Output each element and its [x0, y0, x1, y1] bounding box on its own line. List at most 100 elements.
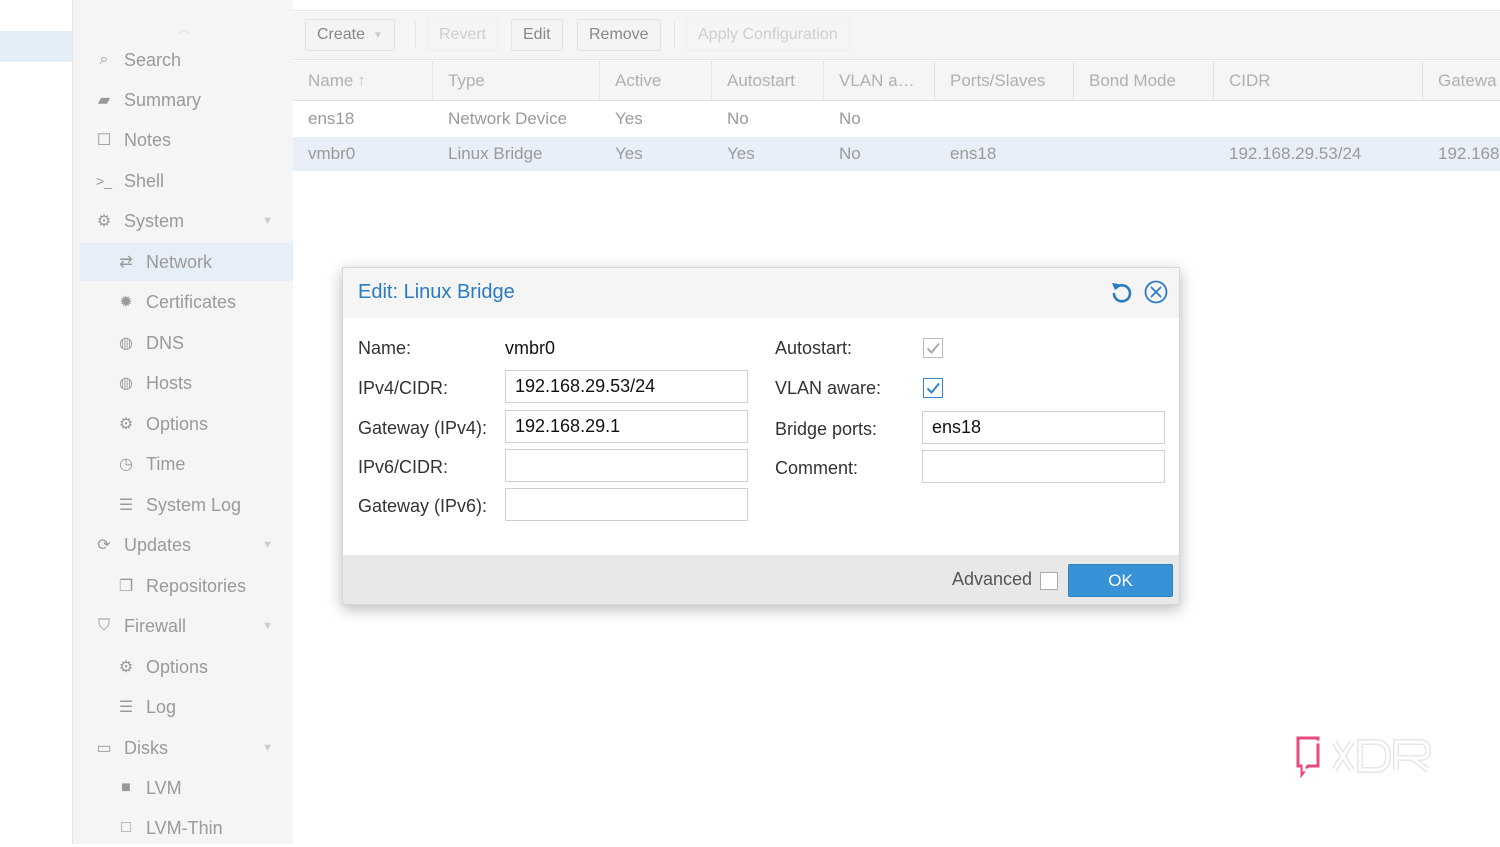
gateway-ipv4-field[interactable]: 192.168.29.1	[505, 410, 748, 443]
certificate-icon: ✹	[119, 294, 133, 311]
create-label: Create	[317, 26, 366, 43]
ok-button[interactable]: OK	[1068, 564, 1173, 597]
close-icon[interactable]	[1143, 279, 1169, 305]
top-bar	[293, 0, 1500, 11]
edit-label: Edit	[523, 26, 551, 43]
refresh-icon: ⟳	[97, 537, 111, 554]
menu-item-label: Search	[124, 49, 182, 70]
advanced-label: Advanced	[952, 569, 1033, 589]
menu-item-updates[interactable]: ⟳ Updates ▼	[80, 526, 293, 564]
column-header-type[interactable]: Type	[433, 61, 600, 101]
menu-item-system-log[interactable]: ☰ System Log	[80, 486, 293, 524]
column-header-gateway[interactable]: Gatewa	[1423, 61, 1500, 101]
gateway-ipv6-label: Gateway (IPv6):	[358, 496, 488, 516]
xda-logo-watermark	[1296, 736, 1432, 778]
toolbar-separator	[415, 22, 416, 48]
create-button[interactable]: Create ▼	[305, 19, 395, 51]
menu-item-network[interactable]: ⇄ Network	[80, 243, 293, 281]
menu-item-label: LVM	[146, 777, 182, 798]
gateway-ipv6-field[interactable]	[505, 488, 748, 521]
exchange-icon: ⇄	[119, 254, 133, 271]
collapse-icon[interactable]: ▼	[262, 742, 273, 754]
menu-item-firewall-options[interactable]: ⚙ Options	[80, 648, 293, 686]
dialog-header[interactable]: Edit: Linux Bridge	[343, 268, 1179, 318]
menu-item-time[interactable]: ◷ Time	[80, 445, 293, 483]
apply-label: Apply Configuration	[698, 26, 838, 43]
menu-item-system[interactable]: ⚙ System ▼	[80, 202, 293, 240]
tree-selected-row[interactable]	[0, 31, 72, 62]
revert-button[interactable]: Revert	[427, 19, 499, 51]
advanced-checkbox[interactable]	[1040, 572, 1058, 590]
column-label: Bond Mode	[1089, 71, 1176, 90]
menu-item-certificates[interactable]: ✹ Certificates	[80, 283, 293, 321]
toolbar: Create ▼ Revert Edit Remove Apply Configu…	[293, 12, 1500, 60]
cell-autostart: Yes	[727, 144, 755, 163]
files-icon: ❐	[118, 578, 134, 595]
apply-configuration-button[interactable]: Apply Configuration	[686, 19, 850, 51]
hdd-icon: ▭	[96, 740, 112, 757]
book-icon: ▰	[97, 92, 111, 109]
menu-item-label: Options	[146, 656, 209, 677]
menu-item-lvm[interactable]: ■ LVM	[80, 769, 293, 807]
menu-item-options[interactable]: ⚙ Options	[80, 405, 293, 443]
menu-item-search[interactable]: ⌕ Search	[80, 41, 293, 79]
chevron-down-icon: ▼	[373, 29, 383, 41]
toolbar-separator	[674, 22, 675, 48]
vlan-aware-checkbox[interactable]	[923, 378, 943, 398]
collapse-icon[interactable]: ▼	[262, 620, 273, 632]
menu-item-label: Shell	[124, 170, 165, 191]
autostart-label: Autostart:	[775, 338, 853, 358]
menu-item-label: Certificates	[146, 291, 237, 312]
menu-item-dns[interactable]: ◍ DNS	[80, 324, 293, 362]
column-header-vlan-aware[interactable]: VLAN a…	[824, 61, 935, 101]
dialog-title: Edit: Linux Bridge	[358, 281, 515, 303]
collapse-icon[interactable]: ▼	[262, 215, 273, 227]
menu-item-firewall-log[interactable]: ☰ Log	[80, 688, 293, 726]
column-header-active[interactable]: Active	[600, 61, 712, 101]
menu-item-shell[interactable]: >_ Shell	[80, 162, 293, 200]
square-outline-icon: □	[121, 819, 131, 836]
column-header-autostart[interactable]: Autostart	[712, 61, 824, 101]
shield-icon: ⛉	[97, 617, 110, 634]
globe-icon: ◍	[119, 335, 133, 352]
resource-tree-panel	[0, 0, 72, 844]
menu-item-label: Repositories	[146, 575, 247, 596]
column-header-name[interactable]: Name ↑	[293, 61, 433, 101]
bridge-ports-field[interactable]: ens18	[922, 411, 1165, 444]
ipv6-cidr-field[interactable]	[505, 449, 748, 482]
menu-item-firewall[interactable]: ⛉ Firewall ▼	[80, 607, 293, 645]
scroll-up-icon[interactable]: ︿	[178, 20, 190, 37]
comment-field[interactable]	[922, 450, 1165, 483]
menu-item-hosts[interactable]: ◍ Hosts	[80, 364, 293, 402]
cell-ports-slaves: ens18	[950, 144, 997, 163]
table-row[interactable]: ens18 Network Device Yes No No	[293, 102, 1500, 136]
side-menu: ︿ ⌕ Search ▰ Summary ☐ Notes >_ Shell ⚙ Syste…	[80, 0, 293, 844]
reset-icon[interactable]	[1109, 279, 1135, 305]
column-label: Ports/Slaves	[950, 71, 1046, 90]
menu-item-label: Summary	[124, 89, 202, 110]
collapse-icon[interactable]: ▼	[262, 539, 273, 551]
panel-splitter[interactable]	[72, 0, 80, 844]
column-header-ports-slaves[interactable]: Ports/Slaves	[935, 61, 1074, 101]
table-row-selected[interactable]: vmbr0 Linux Bridge Yes Yes No ens18 192.…	[293, 137, 1500, 171]
menu-item-notes[interactable]: ☐ Notes	[80, 121, 293, 159]
column-header-cidr[interactable]: CIDR	[1214, 61, 1423, 101]
cell-vlan-aware: No	[839, 109, 861, 128]
ipv4-cidr-field[interactable]: 192.168.29.53/24	[505, 370, 748, 403]
terminal-icon: >_	[96, 173, 112, 189]
remove-button[interactable]: Remove	[577, 19, 661, 51]
menu-item-lvm-thin[interactable]: □ LVM-Thin	[80, 809, 293, 847]
sort-ascending-icon: ↑	[357, 71, 366, 90]
column-label: Gatewa	[1438, 71, 1497, 90]
vlan-aware-label: VLAN aware:	[775, 378, 882, 398]
menu-item-repositories[interactable]: ❐ Repositories	[80, 567, 293, 605]
name-value: vmbr0	[505, 338, 556, 358]
edit-button[interactable]: Edit	[511, 19, 563, 51]
menu-item-disks[interactable]: ▭ Disks ▼	[80, 729, 293, 767]
edit-linux-bridge-dialog: Edit: Linux Bridge Name: vmbr0 IPv4/CIDR…	[342, 267, 1180, 605]
menu-item-label: LVM-Thin	[146, 817, 223, 838]
autostart-checkbox[interactable]	[923, 338, 943, 358]
column-header-bond-mode[interactable]: Bond Mode	[1074, 61, 1214, 101]
grid-header: Name ↑ Type Active Autostart VLAN a… Port…	[293, 61, 1500, 101]
menu-item-summary[interactable]: ▰ Summary	[80, 81, 293, 119]
